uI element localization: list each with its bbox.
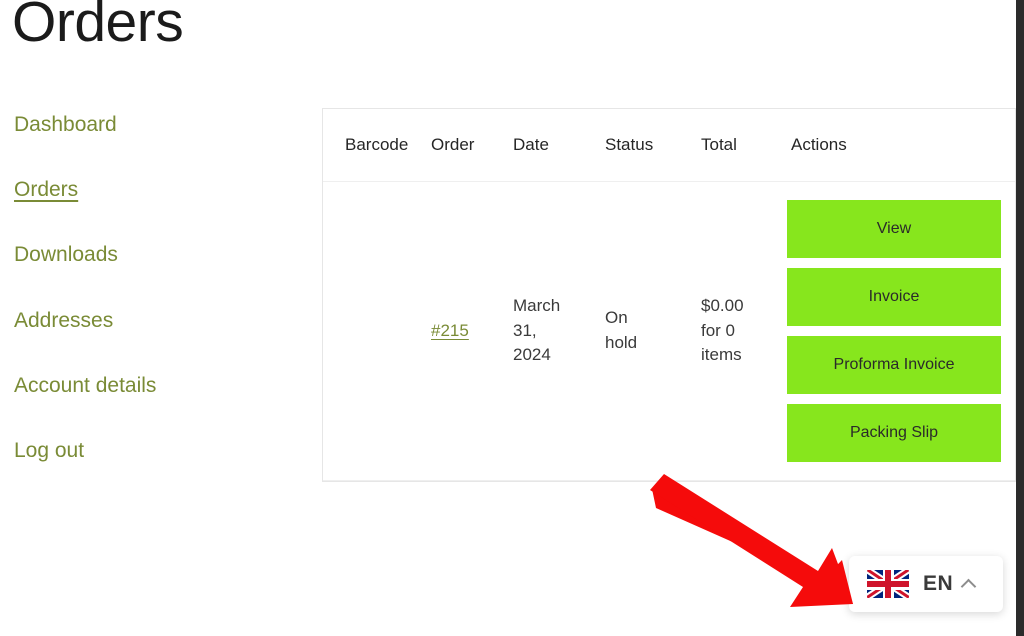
browser-viewport: Orders Dashboard Orders Downloads Addres…: [0, 0, 1024, 636]
status-line-2: hold: [605, 333, 638, 352]
browser-edge-right: [1016, 0, 1024, 636]
orders-table-container: Barcode Order Date Status Total Actions …: [322, 108, 1016, 482]
sidebar-item-addresses[interactable]: Addresses: [14, 308, 304, 333]
status-line-1: On: [605, 308, 628, 328]
column-header-actions: Actions: [787, 109, 1015, 182]
column-header-total[interactable]: Total: [701, 109, 787, 182]
cell-date: March 31, 2024: [513, 181, 605, 481]
total-line-3: items: [701, 345, 742, 365]
orders-table: Barcode Order Date Status Total Actions …: [323, 109, 1015, 481]
order-actions-group: View Invoice Proforma Invoice Packing Sl…: [787, 192, 1001, 470]
view-order-button[interactable]: View: [787, 200, 1001, 258]
column-header-order[interactable]: Order: [431, 109, 513, 182]
sidebar-item-orders[interactable]: Orders: [14, 177, 304, 202]
account-sidebar-nav: Dashboard Orders Downloads Addresses Acc…: [14, 112, 304, 503]
table-row: #215 March 31, 2024 On hold $0.00 for 0: [323, 181, 1015, 481]
chevron-up-icon[interactable]: [960, 578, 977, 594]
column-header-barcode[interactable]: Barcode: [323, 109, 431, 182]
total-line-2: for 0: [701, 320, 736, 340]
column-header-date[interactable]: Date: [513, 109, 605, 182]
cell-order: #215: [431, 181, 513, 481]
sidebar-item-log-out[interactable]: Log out: [14, 438, 304, 463]
order-number-link[interactable]: #215: [431, 321, 469, 340]
sidebar-item-dashboard[interactable]: Dashboard: [14, 112, 304, 137]
date-line-1: March: [513, 296, 561, 316]
page-title: Orders: [12, 0, 184, 54]
cell-status: On hold: [605, 181, 701, 481]
invoice-button[interactable]: Invoice: [787, 268, 1001, 326]
table-header-row: Barcode Order Date Status Total Actions: [323, 109, 1015, 182]
date-line-3: 2024: [513, 345, 551, 365]
orders-table-body: #215 March 31, 2024 On hold $0.00 for 0: [323, 181, 1015, 481]
packing-slip-button[interactable]: Packing Slip: [787, 404, 1001, 462]
language-code-label: EN: [923, 572, 954, 595]
total-line-1: $0.00: [701, 296, 744, 316]
cell-total: $0.00 for 0 items: [701, 181, 787, 481]
date-line-2: 31,: [513, 320, 537, 340]
sidebar-item-account-details[interactable]: Account details: [14, 373, 304, 398]
proforma-invoice-button[interactable]: Proforma Invoice: [787, 336, 1001, 394]
language-switcher[interactable]: EN: [849, 556, 1003, 612]
sidebar-item-downloads[interactable]: Downloads: [14, 242, 304, 267]
cell-actions: View Invoice Proforma Invoice Packing Sl…: [787, 181, 1015, 481]
uk-flag-icon: [867, 570, 909, 598]
column-header-status[interactable]: Status: [605, 109, 701, 182]
orders-table-head: Barcode Order Date Status Total Actions: [323, 109, 1015, 182]
cell-barcode: [323, 181, 431, 481]
